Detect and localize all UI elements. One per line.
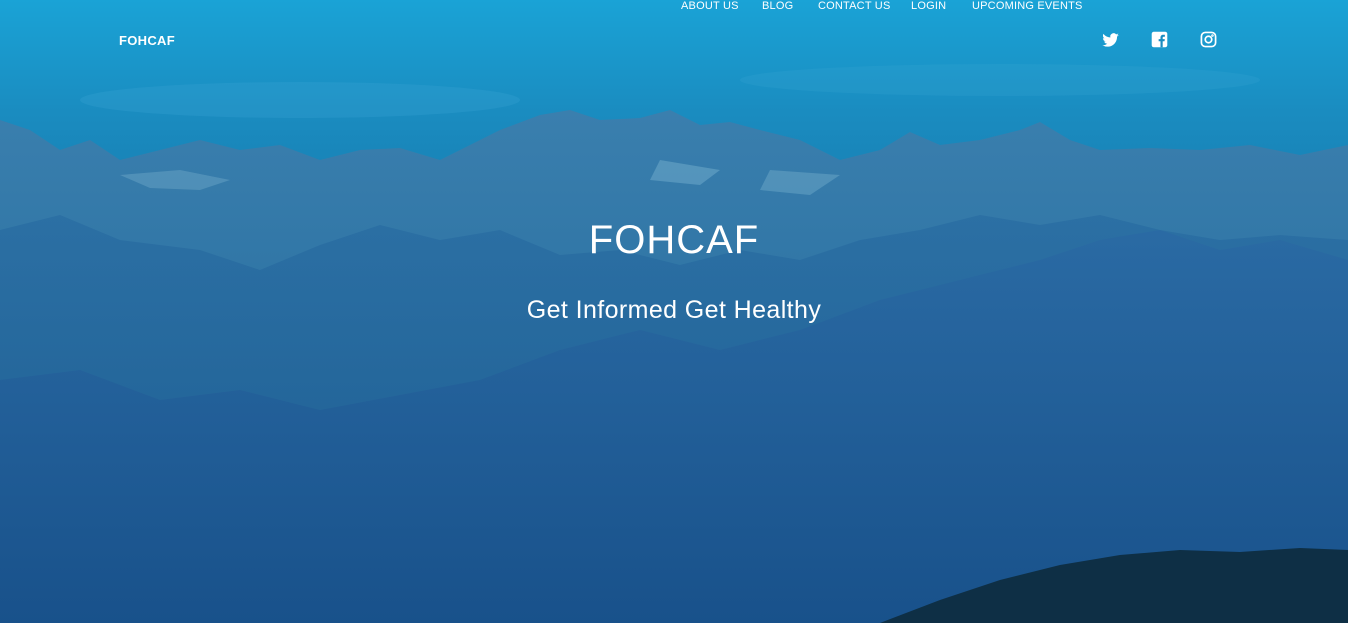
twitter-icon[interactable]: [1101, 31, 1119, 49]
instagram-icon[interactable]: [1200, 31, 1218, 49]
brand-logo-link[interactable]: FOHCAF: [119, 33, 175, 48]
hero-subtitle: Get Informed Get Healthy: [526, 296, 822, 324]
facebook-icon[interactable]: [1151, 31, 1169, 49]
nav-link-contact-us[interactable]: CONTACT US: [818, 0, 891, 12]
nav-link-blog[interactable]: BLOG: [762, 0, 793, 12]
landing-page: FOHCAF ABOUT US BLOG CONTACT US LOGIN UP…: [0, 0, 1348, 623]
top-navbar: FOHCAF ABOUT US BLOG CONTACT US LOGIN UP…: [0, 0, 1348, 80]
nav-link-upcoming-events[interactable]: UPCOMING EVENTS: [972, 0, 1083, 12]
nav-link-about-us[interactable]: ABOUT US: [681, 0, 739, 12]
hero-title: FOHCAF: [588, 218, 760, 262]
nav-link-login[interactable]: LOGIN: [911, 0, 946, 12]
